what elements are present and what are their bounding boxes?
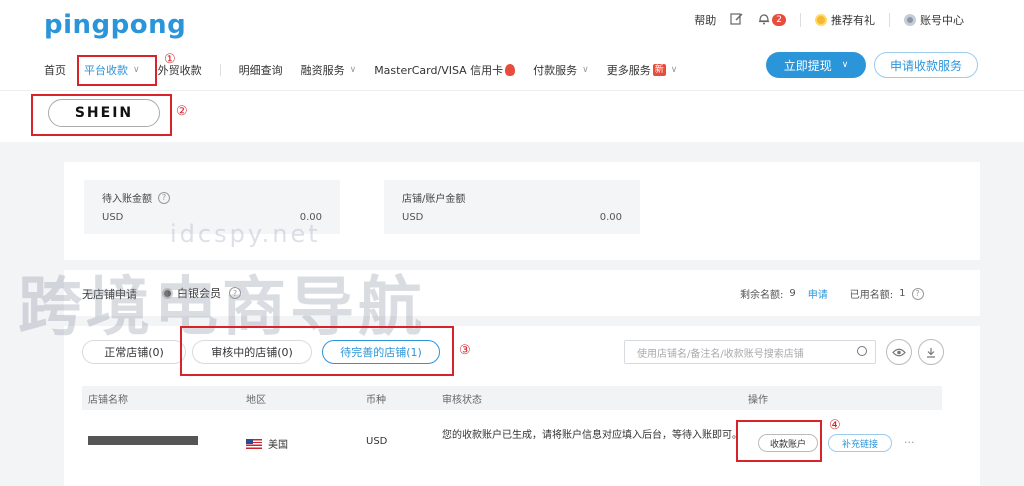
row-region: 美国 bbox=[246, 436, 288, 451]
nav-more[interactable]: 更多服务 新 ∨ bbox=[606, 62, 678, 78]
referral-link[interactable]: 推荐有礼 bbox=[815, 12, 875, 28]
coin-icon bbox=[815, 14, 827, 26]
divider bbox=[219, 64, 221, 76]
more-icon[interactable]: ··· bbox=[904, 436, 915, 449]
search-icon[interactable] bbox=[857, 346, 867, 356]
annotation-number-2: ② bbox=[176, 104, 188, 119]
divider bbox=[889, 13, 890, 27]
nav-more-label: 更多服务 bbox=[606, 64, 651, 77]
new-badge: 新 bbox=[652, 64, 666, 76]
quota-info: 剩余名额: 9 申请 已用名额: 1 ? bbox=[740, 286, 924, 301]
annotation-box-2 bbox=[31, 94, 172, 136]
annotation-box-4 bbox=[736, 420, 822, 462]
chevron-down-icon: ∨ bbox=[582, 65, 589, 75]
used-value: 1 bbox=[899, 288, 906, 299]
store-search-input[interactable]: 使用店铺名/备注名/收款账号搜索店铺 bbox=[624, 340, 876, 364]
row-region-text: 美国 bbox=[268, 440, 288, 451]
apply-service-button[interactable]: 申请收款服务 bbox=[874, 52, 978, 78]
row-status: 您的收款账户已生成，请将账户信息对应填入后台，等待入账即可。 bbox=[442, 430, 742, 441]
nav-payment-label: 付款服务 bbox=[533, 64, 578, 77]
pending-currency: USD bbox=[102, 212, 124, 223]
row-currency: USD bbox=[366, 436, 388, 447]
us-flag-icon bbox=[246, 439, 262, 449]
pingpong-logo[interactable]: pingpong bbox=[44, 10, 186, 40]
used-label: 已用名额: bbox=[849, 290, 894, 301]
nav-home[interactable]: 首页 bbox=[44, 62, 66, 78]
col-region: 地区 bbox=[246, 395, 266, 406]
withdraw-label: 立即提现 bbox=[783, 58, 832, 73]
col-currency: 币种 bbox=[366, 395, 386, 406]
chevron-down-icon: ∨ bbox=[349, 65, 357, 75]
store-balance-amount: 0.00 bbox=[599, 212, 622, 223]
col-status: 审核状态 bbox=[442, 395, 482, 406]
withdraw-button[interactable]: 立即提现 ∨ bbox=[766, 52, 866, 78]
account-label: 账号中心 bbox=[920, 14, 964, 27]
search-placeholder: 使用店铺名/备注名/收款账号搜索店铺 bbox=[637, 348, 804, 360]
annotation-box-1 bbox=[77, 55, 157, 86]
annotation-number-1: ① bbox=[164, 52, 176, 67]
apply-quota-link[interactable]: 申请 bbox=[808, 286, 828, 301]
notification-button[interactable]: 2 bbox=[758, 12, 786, 28]
help-icon[interactable]: ? bbox=[911, 287, 924, 300]
top-right-links: 帮助 2 推荐有礼 账号中心 bbox=[694, 12, 964, 28]
store-balance-label: 店铺/账户金额 bbox=[402, 194, 466, 205]
eye-icon[interactable] bbox=[886, 339, 912, 365]
referral-label: 推荐有礼 bbox=[831, 14, 875, 27]
account-icon bbox=[904, 14, 916, 26]
remaining-value: 9 bbox=[789, 288, 796, 299]
store-balance-currency: USD bbox=[402, 212, 424, 223]
remaining-label: 剩余名额: bbox=[740, 290, 784, 301]
watermark-url: idcspy.net bbox=[170, 220, 321, 248]
nav-finance-label: 融资服务 bbox=[300, 64, 345, 77]
account-link[interactable]: 账号中心 bbox=[904, 12, 964, 28]
masked-store-name bbox=[88, 436, 198, 445]
pending-label: 待入账金额 bbox=[102, 194, 152, 205]
help-icon[interactable]: ? bbox=[158, 191, 170, 204]
store-balance: 店铺/账户金额 USD 0.00 bbox=[384, 180, 640, 234]
chevron-down-icon: ∨ bbox=[670, 65, 678, 75]
chevron-down-icon: ∨ bbox=[841, 60, 849, 70]
divider bbox=[800, 13, 801, 27]
edit-icon[interactable] bbox=[730, 12, 744, 28]
nav-finance[interactable]: 融资服务 ∨ bbox=[301, 62, 357, 78]
annotation-box-3 bbox=[180, 326, 454, 376]
annotation-number-4: ④ bbox=[829, 418, 841, 433]
col-store-name: 店铺名称 bbox=[88, 395, 128, 406]
hot-icon bbox=[505, 64, 516, 76]
col-actions: 操作 bbox=[748, 395, 768, 406]
download-icon[interactable] bbox=[918, 339, 944, 365]
help-link[interactable]: 帮助 bbox=[694, 12, 716, 28]
nav-card[interactable]: MasterCard/VISA 信用卡 bbox=[374, 62, 516, 78]
add-link-button[interactable]: 补充链接 bbox=[828, 434, 892, 452]
bell-icon bbox=[758, 12, 770, 28]
nav-details[interactable]: 明细查询 bbox=[239, 62, 283, 78]
table-header: 店铺名称 地区 币种 审核状态 操作 bbox=[82, 386, 942, 410]
nav-card-label: MasterCard/VISA 信用卡 bbox=[374, 64, 504, 77]
nav-payment[interactable]: 付款服务 ∨ bbox=[533, 62, 589, 78]
annotation-number-3: ③ bbox=[459, 343, 471, 358]
notification-badge: 2 bbox=[772, 14, 786, 26]
